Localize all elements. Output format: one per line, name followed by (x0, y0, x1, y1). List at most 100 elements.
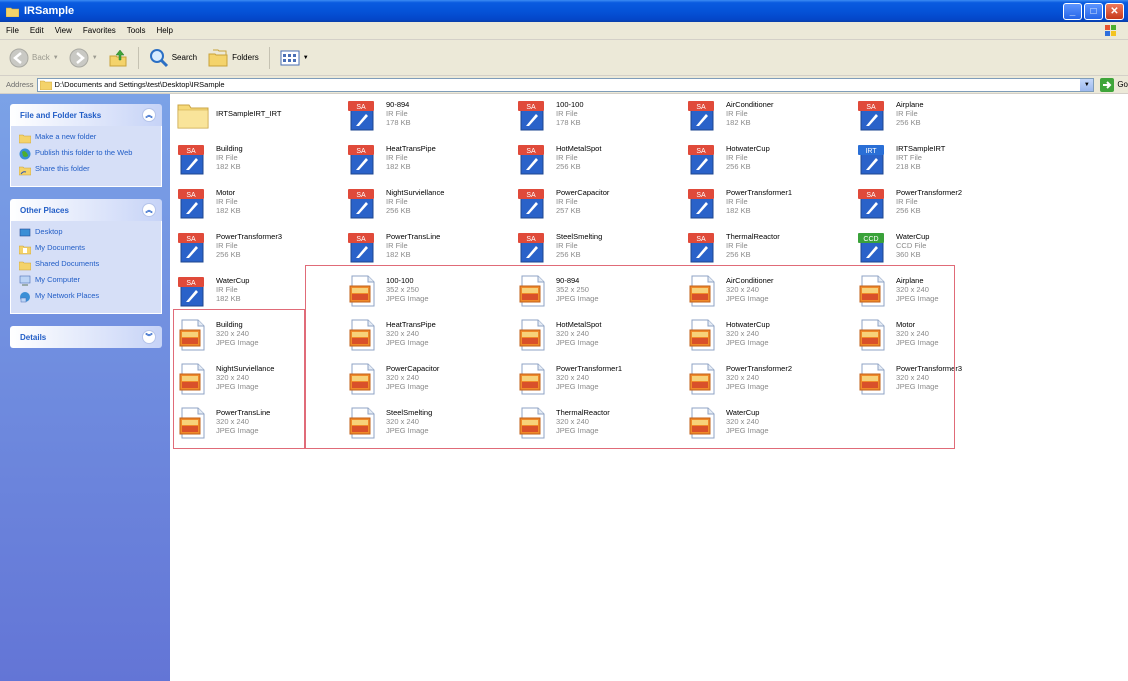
window-title: IRSample (24, 5, 75, 17)
task-share-folder[interactable]: Share this folder (19, 164, 153, 176)
file-item[interactable]: SA Airplane IR File 256 KB (856, 98, 1016, 136)
file-item[interactable]: SA WaterCup IR File 182 KB (176, 274, 336, 312)
ir-file-icon: SA (856, 186, 890, 220)
toolbar: Back ▼ ▼ Search Folders ▼ (0, 40, 1128, 76)
file-item[interactable]: PowerTransformer2 320 x 240 JPEG Image (686, 362, 846, 400)
file-folder-tasks-header[interactable]: File and Folder Tasks ︽ (10, 104, 162, 126)
file-item[interactable]: SA Motor IR File 182 KB (176, 186, 336, 224)
file-type: 320 x 240 (896, 285, 929, 294)
forward-dropdown-icon[interactable]: ▼ (92, 55, 98, 61)
file-size: JPEG Image (386, 294, 429, 303)
other-places-header[interactable]: Other Places ︽ (10, 199, 162, 221)
file-name: IRTSampleIRT_IRT (216, 109, 282, 118)
file-item[interactable]: PowerTransformer1 320 x 240 JPEG Image (516, 362, 676, 400)
search-button[interactable]: Search (146, 46, 200, 70)
collapse-icon[interactable]: ︽ (142, 108, 156, 122)
back-dropdown-icon[interactable]: ▼ (53, 55, 59, 61)
file-size: JPEG Image (556, 382, 599, 391)
place-label: Shared Documents (35, 259, 100, 268)
file-item[interactable]: PowerTransLine 320 x 240 JPEG Image (176, 406, 336, 444)
file-item[interactable]: AirConditioner 320 x 240 JPEG Image (686, 274, 846, 312)
file-item[interactable]: SA PowerTransformer1 IR File 182 KB (686, 186, 846, 224)
svg-text:SA: SA (526, 104, 536, 111)
place-my-documents[interactable]: My Documents (19, 243, 153, 255)
file-item[interactable]: CCD WaterCup CCD File 360 KB (856, 230, 1016, 268)
views-button[interactable]: ▼ (277, 46, 312, 70)
file-name: SteelSmelting (556, 232, 603, 241)
file-type: IRT File (896, 153, 922, 162)
file-item[interactable]: Motor 320 x 240 JPEG Image (856, 318, 1016, 356)
ir-file-icon: SA (176, 142, 210, 176)
file-name: ThermalReactor (726, 232, 780, 241)
menu-view[interactable]: View (55, 26, 72, 35)
task-publish-folder[interactable]: Publish this folder to the Web (19, 148, 153, 160)
menu-favorites[interactable]: Favorites (83, 26, 116, 35)
collapse-icon[interactable]: ︽ (142, 203, 156, 217)
up-folder-button[interactable] (105, 46, 131, 70)
file-item[interactable]: PowerTransformer3 320 x 240 JPEG Image (856, 362, 1016, 400)
file-item[interactable]: SA HotwaterCup IR File 256 KB (686, 142, 846, 180)
file-item[interactable]: SA PowerTransLine IR File 182 KB (346, 230, 506, 268)
details-header[interactable]: Details ︾ (10, 326, 162, 348)
file-item[interactable]: SA Building IR File 182 KB (176, 142, 336, 180)
file-item[interactable]: SA PowerTransformer2 IR File 256 KB (856, 186, 1016, 224)
file-item[interactable]: IRT IRTSampleIRT IRT File 218 KB (856, 142, 1016, 180)
back-button[interactable]: Back ▼ (6, 46, 62, 70)
svg-text:SA: SA (186, 192, 196, 199)
file-name: 100-100 (556, 100, 584, 109)
menu-edit[interactable]: Edit (30, 26, 44, 35)
folders-button[interactable]: Folders (204, 46, 262, 70)
expand-icon[interactable]: ︾ (142, 330, 156, 344)
file-item[interactable]: SA 100-100 IR File 178 KB (516, 98, 676, 136)
file-item[interactable]: Building 320 x 240 JPEG Image (176, 318, 336, 356)
place-my-network-places[interactable]: My Network Places (19, 291, 153, 303)
file-item[interactable]: SA PowerCapacitor IR File 257 KB (516, 186, 676, 224)
place-desktop[interactable]: Desktop (19, 227, 153, 239)
menu-tools[interactable]: Tools (127, 26, 146, 35)
file-item[interactable]: SA NightSurviellance IR File 256 KB (346, 186, 506, 224)
file-list-view[interactable]: IRTSampleIRT_IRT SA 90-894 IR File 178 KB SA 1… (170, 94, 1128, 681)
folder-icon (39, 80, 52, 90)
title-bar[interactable]: IRSample _ □ ✕ (0, 0, 1128, 22)
folders-label: Folders (232, 53, 259, 62)
task-make-new-folder[interactable]: Make a new folder (19, 132, 153, 144)
file-item[interactable]: SteelSmelting 320 x 240 JPEG Image (346, 406, 506, 444)
file-item[interactable]: IRTSampleIRT_IRT (176, 98, 336, 136)
file-item[interactable]: Airplane 320 x 240 JPEG Image (856, 274, 1016, 312)
menu-file[interactable]: File (6, 26, 19, 35)
file-item[interactable]: SA HotMetalSpot IR File 256 KB (516, 142, 676, 180)
file-item[interactable]: HeatTransPipe 320 x 240 JPEG Image (346, 318, 506, 356)
forward-button[interactable]: ▼ (66, 46, 101, 70)
file-item[interactable]: SA AirConditioner IR File 182 KB (686, 98, 846, 136)
file-item[interactable]: HotwaterCup 320 x 240 JPEG Image (686, 318, 846, 356)
go-button[interactable]: Go (1100, 77, 1128, 92)
file-item[interactable]: SA ThermalReactor IR File 256 KB (686, 230, 846, 268)
file-item[interactable]: PowerCapacitor 320 x 240 JPEG Image (346, 362, 506, 400)
file-item[interactable]: 90-894 352 x 250 JPEG Image (516, 274, 676, 312)
file-type: IR File (726, 109, 748, 118)
address-dropdown-button[interactable]: ▼ (1080, 78, 1094, 91)
file-item[interactable]: SA 90-894 IR File 178 KB (346, 98, 506, 136)
file-item[interactable]: HotMetalSpot 320 x 240 JPEG Image (516, 318, 676, 356)
file-item[interactable]: NightSurviellance 320 x 240 JPEG Image (176, 362, 336, 400)
file-name: PowerTransformer3 (216, 232, 282, 241)
maximize-button[interactable]: □ (1084, 3, 1103, 20)
close-button[interactable]: ✕ (1105, 3, 1124, 20)
file-item[interactable]: SA HeatTransPipe IR File 182 KB (346, 142, 506, 180)
jpeg-image-icon (516, 318, 550, 352)
file-item[interactable]: WaterCup 320 x 240 JPEG Image (686, 406, 846, 444)
file-item[interactable]: SA PowerTransformer3 IR File 256 KB (176, 230, 336, 268)
place-shared-documents[interactable]: Shared Documents (19, 259, 153, 271)
address-input[interactable]: D:\Documents and Settings\test\Desktop\I… (36, 77, 1095, 92)
file-name: PowerTransformer3 (896, 364, 962, 373)
menu-help[interactable]: Help (156, 26, 172, 35)
ir-file-icon: SA (176, 230, 210, 264)
file-item[interactable]: SA SteelSmelting IR File 256 KB (516, 230, 676, 268)
file-item[interactable]: 100-100 352 x 250 JPEG Image (346, 274, 506, 312)
ir-file-icon: SA (686, 98, 720, 132)
file-item[interactable]: ThermalReactor 320 x 240 JPEG Image (516, 406, 676, 444)
minimize-button[interactable]: _ (1063, 3, 1082, 20)
place-my-computer[interactable]: My Computer (19, 275, 153, 287)
file-type: IR File (896, 109, 918, 118)
views-dropdown-icon[interactable]: ▼ (303, 55, 309, 61)
